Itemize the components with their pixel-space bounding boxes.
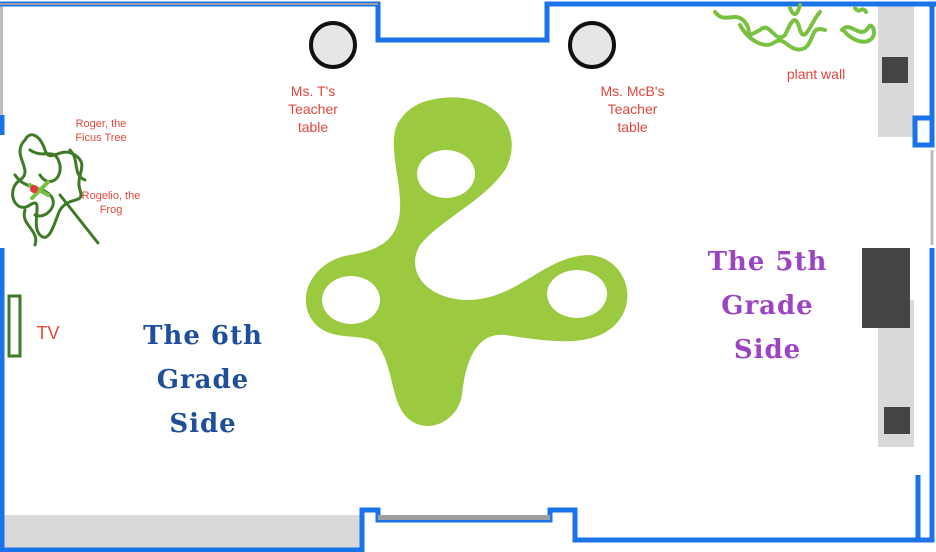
teacher-t-label: Ms. T's Teacher table	[288, 83, 338, 135]
plant-wall-icon	[713, 3, 876, 52]
teacher-table-mcb	[568, 21, 616, 69]
teacher-mcb-label: Ms. McB's Teacher table	[600, 83, 665, 135]
plant-wall-label: plant wall	[786, 66, 846, 82]
left-wall-gray	[0, 2, 3, 117]
bottom-door	[378, 515, 550, 520]
cabinet-middle-right	[862, 248, 910, 328]
fifth-grade-side-label: The 5th Grade Side	[707, 247, 828, 365]
cabinet-bottom-right	[884, 407, 910, 434]
tv-label: TV	[36, 323, 60, 343]
bottom-left-counter	[2, 515, 360, 550]
cabinet-top-right	[882, 57, 908, 83]
teacher-table-t	[309, 21, 357, 69]
ficus-label: Roger, the Ficus Tree	[75, 118, 127, 144]
frog-label: Rogelio, the Frog	[81, 190, 141, 216]
central-table	[305, 97, 628, 426]
sixth-grade-side-label: The 6th Grade Side	[143, 321, 263, 439]
tv-icon	[7, 294, 22, 358]
